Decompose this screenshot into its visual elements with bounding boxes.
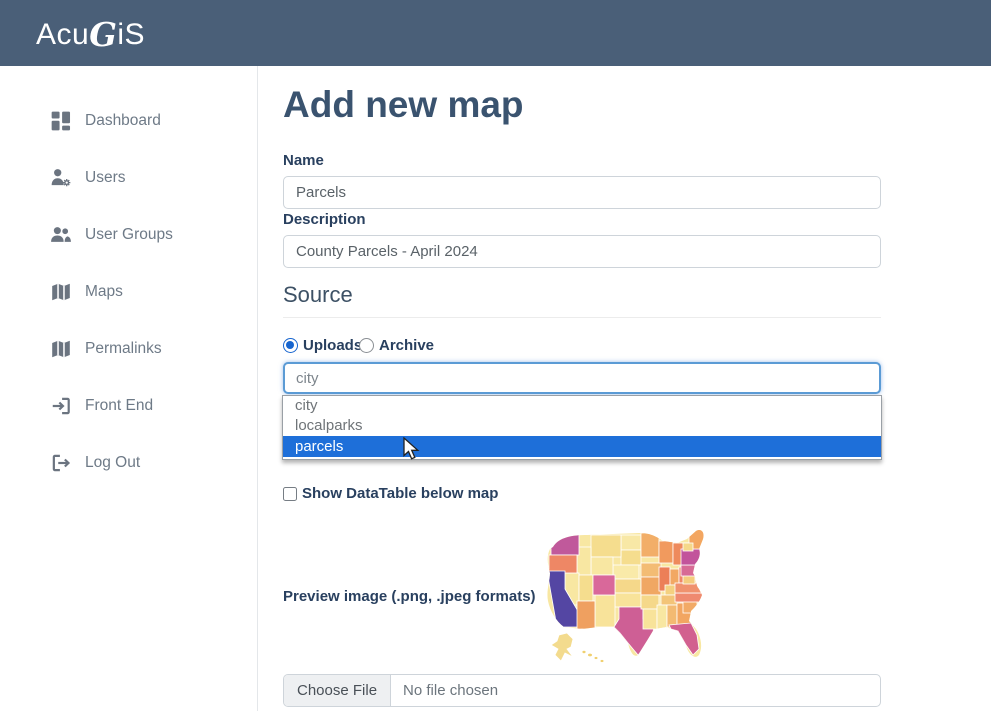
preview-file-input[interactable]: Choose File No file chosen [283,674,881,707]
map-icon [50,338,72,360]
show-datatable-label: Show DataTable below map [302,485,498,502]
table-select-input[interactable] [283,362,881,394]
section-divider [283,317,881,318]
dropdown-option-parcels[interactable]: parcels [283,436,881,457]
map-icon [50,281,72,303]
dropdown-option-city[interactable]: city [283,396,881,416]
user-gear-icon [50,167,72,189]
description-input[interactable] [283,235,881,268]
page-title: Add new map [283,84,524,126]
logout-icon [50,452,72,474]
source-section-heading: Source [283,282,353,308]
show-datatable-checkbox[interactable] [283,487,297,501]
sidebar-item-label: Permalinks [85,340,162,358]
source-radio-group: Uploads Archive [283,337,881,355]
preview-image-label: Preview image (.png, .jpeg formats) [283,588,536,605]
description-label: Description [283,211,366,228]
sidebar-item-label: User Groups [85,226,173,244]
sidebar-item-label: Log Out [85,454,140,472]
choose-file-button[interactable]: Choose File [284,675,391,706]
main-content: Add new map Name Description Source Uplo… [258,66,991,711]
brand-logo[interactable]: AcuGiS [36,14,145,52]
sidebar-item-label: Dashboard [85,112,161,130]
sidebar-item-label: Maps [85,283,123,301]
logo-g: G [89,16,117,54]
mouse-cursor-icon [403,437,422,461]
sidebar-nav: Dashboard Users [0,66,258,711]
sidebar-item-maps[interactable]: Maps [0,263,257,320]
uploads-radio-label: Uploads [303,337,362,354]
us-choropleth-preview-image [537,523,713,668]
archive-radio[interactable] [359,338,374,353]
enter-icon [50,395,72,417]
users-icon [50,224,72,246]
uploads-radio[interactable] [283,338,298,353]
logo-text: Acu [36,18,89,51]
archive-radio-label: Archive [379,337,434,354]
sidebar-item-label: Front End [85,397,153,415]
sidebar-item-permalinks[interactable]: Permalinks [0,320,257,377]
sidebar-item-front-end[interactable]: Front End [0,377,257,434]
sidebar-item-user-groups[interactable]: User Groups [0,206,257,263]
table-select-dropdown: city localparks parcels [282,395,882,460]
sidebar-item-label: Users [85,169,125,187]
file-status-text: No file chosen [391,675,510,706]
name-input[interactable] [283,176,881,209]
logo-text: iS [117,18,145,51]
app-header: AcuGiS [0,0,991,66]
sidebar-item-dashboard[interactable]: Dashboard [0,92,257,149]
name-label: Name [283,152,324,169]
sidebar-item-log-out[interactable]: Log Out [0,434,257,491]
dashboard-icon [50,110,72,132]
sidebar-item-users[interactable]: Users [0,149,257,206]
dropdown-option-localparks[interactable]: localparks [283,416,881,436]
